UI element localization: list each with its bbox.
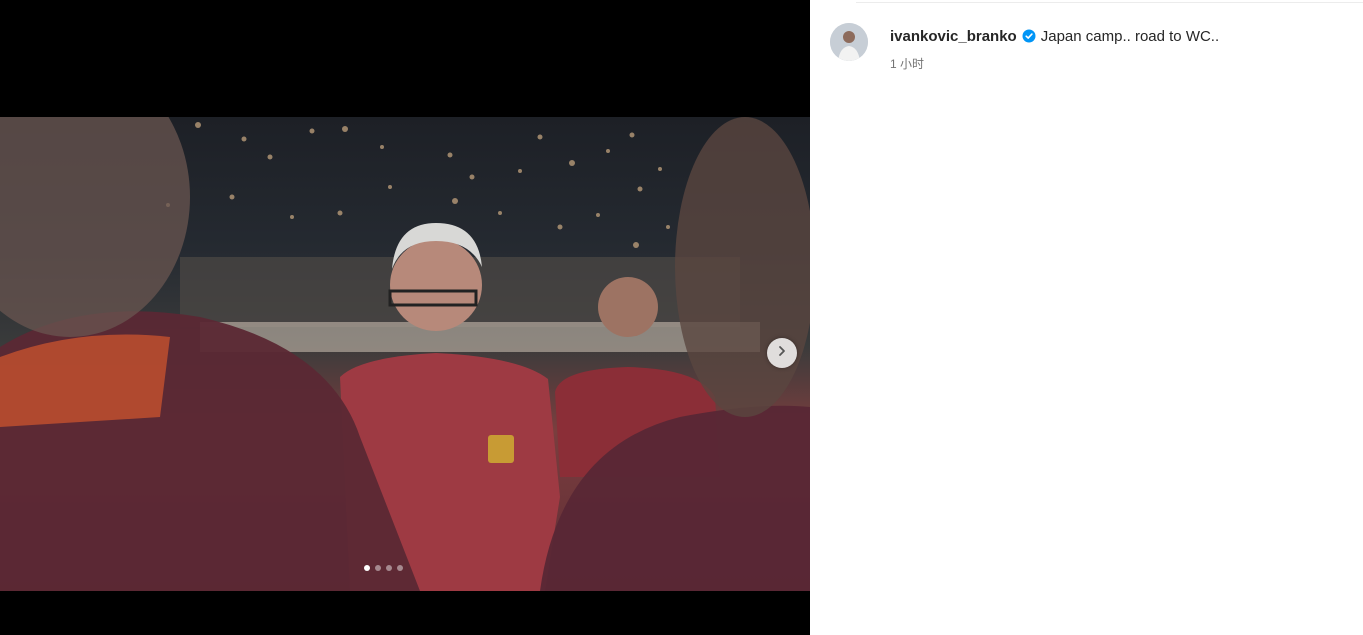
carousel-dot[interactable] [375, 565, 381, 571]
carousel-indicator [364, 565, 403, 571]
chevron-right-icon [776, 344, 788, 362]
avatar[interactable] [830, 23, 868, 61]
carousel-dot[interactable] [397, 565, 403, 571]
photo-scene [0, 117, 810, 591]
post-timestamp[interactable]: 1 小时 [890, 55, 924, 72]
carousel-dot[interactable] [386, 565, 392, 571]
carousel-dot[interactable] [364, 565, 370, 571]
carousel-next-button[interactable] [767, 338, 797, 368]
username-link[interactable]: ivankovic_branko [890, 28, 1017, 45]
divider [856, 2, 1363, 3]
post-caption: Japan camp.. road to WC.. [1040, 27, 1220, 45]
post-media-area [0, 0, 810, 635]
verified-badge-icon [1022, 29, 1036, 43]
post-sidebar: ivankovic_branko Japan camp.. road to WC… [810, 0, 1363, 635]
post-photo[interactable] [0, 117, 810, 591]
caption-line: ivankovic_branko Japan camp.. road to WC… [890, 25, 1219, 47]
